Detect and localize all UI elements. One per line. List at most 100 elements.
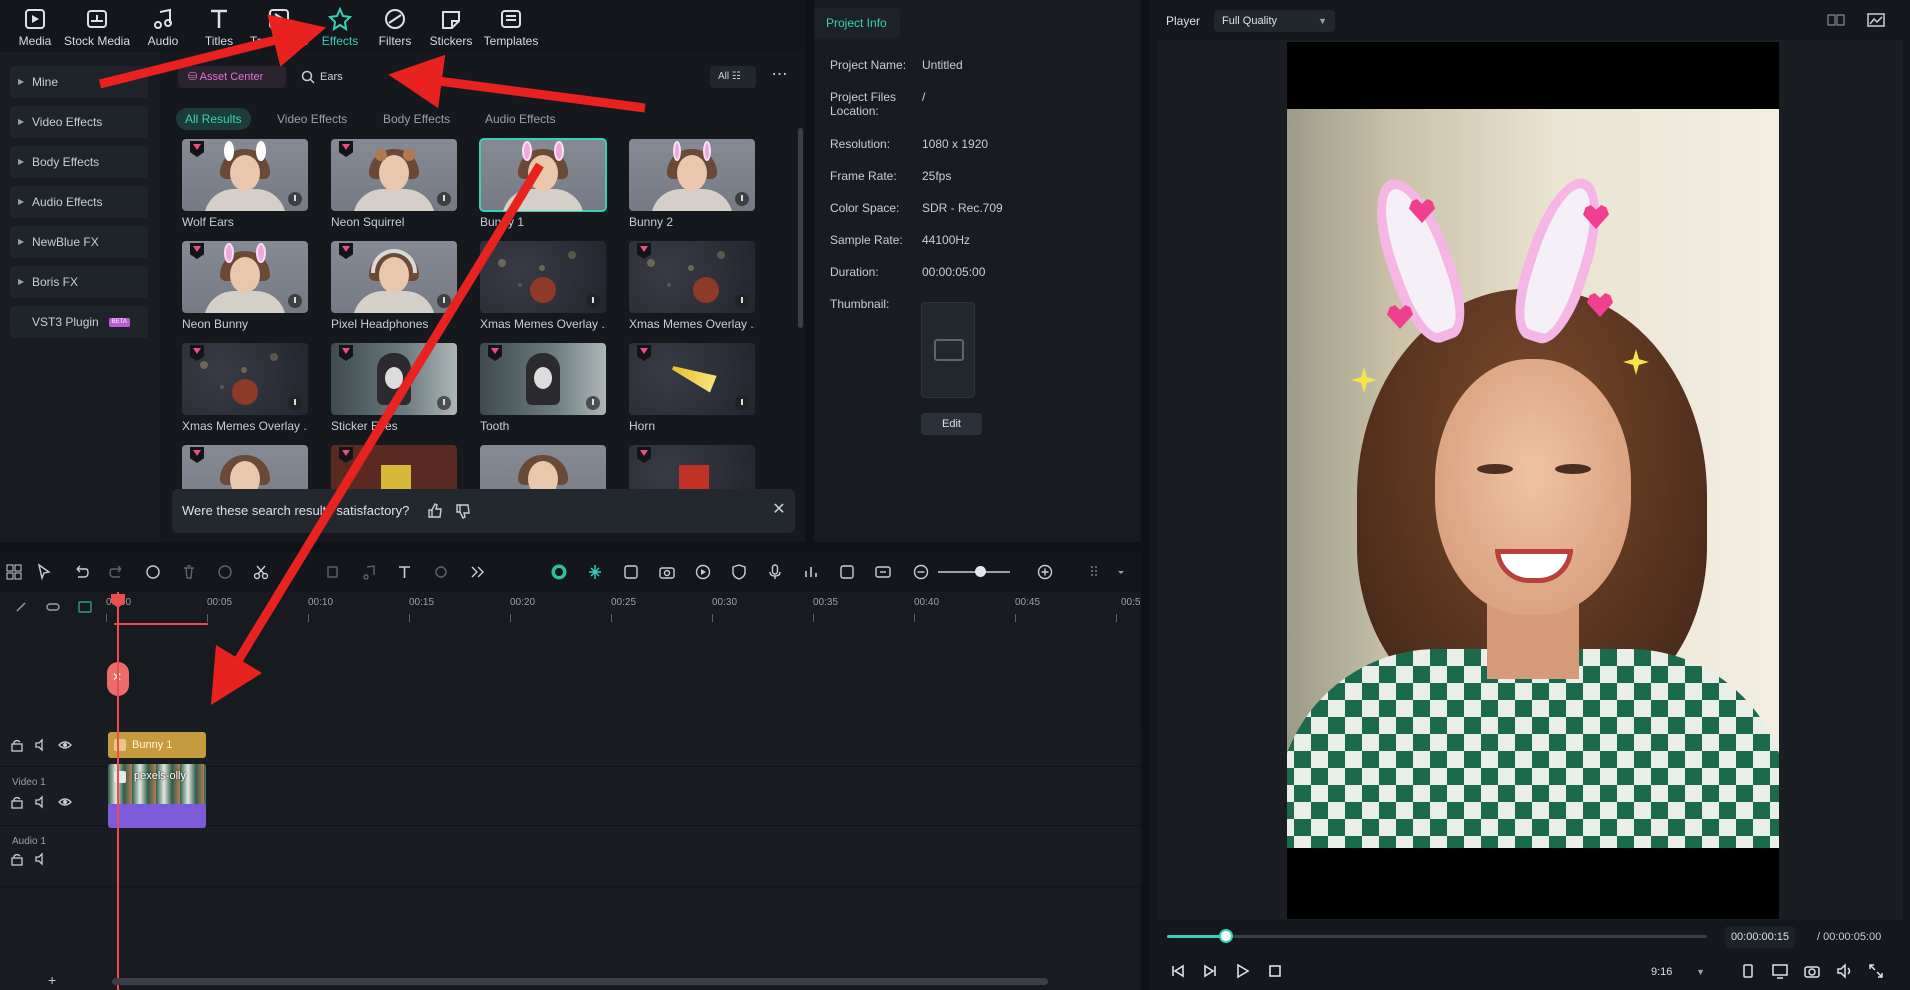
- play-range-icon[interactable]: [694, 563, 712, 581]
- sidebar-item-mine[interactable]: ▶ Mine: [10, 66, 148, 98]
- fit-icon[interactable]: [874, 563, 892, 581]
- render-icon[interactable]: [622, 563, 640, 581]
- fullscreen-icon[interactable]: [1867, 962, 1885, 980]
- download-icon[interactable]: [437, 192, 451, 206]
- playback-scrubber[interactable]: [1219, 929, 1234, 943]
- project-thumbnail[interactable]: [921, 302, 975, 398]
- effect-card-tooth[interactable]: Tooth: [480, 343, 606, 433]
- tab-video-effects[interactable]: Video Effects: [268, 108, 356, 130]
- panel-divider[interactable]: [1141, 0, 1149, 552]
- playhead[interactable]: [117, 592, 119, 990]
- media-tab[interactable]: Media: [0, 6, 70, 48]
- sidebar-item-vst3-plugin[interactable]: VST3 Plugin BETA: [10, 306, 148, 338]
- microphone-icon[interactable]: [766, 563, 784, 581]
- text-tool-icon[interactable]: [396, 563, 414, 581]
- zoom-in-icon[interactable]: [1036, 563, 1054, 581]
- download-icon[interactable]: [735, 294, 749, 308]
- previous-frame-icon[interactable]: [1169, 962, 1187, 980]
- crop-icon[interactable]: [1739, 962, 1757, 980]
- speaker-icon[interactable]: [34, 795, 48, 809]
- effect-card-wolf-ears[interactable]: Wolf Ears: [182, 139, 308, 229]
- effect-clip-bunny-1[interactable]: Bunny 1: [108, 732, 206, 758]
- playback-progress[interactable]: [1167, 929, 1707, 943]
- zoom-out-icon[interactable]: [912, 563, 930, 581]
- speaker-icon[interactable]: [34, 852, 48, 866]
- undo-icon[interactable]: [72, 563, 90, 581]
- display-icon[interactable]: [1771, 962, 1789, 980]
- asset-center-button[interactable]: ⛁ Asset Center: [178, 66, 286, 88]
- video-preview[interactable]: [1287, 42, 1779, 919]
- effect-card-xmas-memes-overlay-3[interactable]: Xmas Memes Overlay ...: [182, 343, 308, 433]
- download-icon[interactable]: [735, 192, 749, 206]
- timeline-ruler[interactable]: 00:00 00:05 00:10 00:15 00:20 00:25 00:3…: [106, 592, 1141, 622]
- more-tools-icon[interactable]: [468, 563, 486, 581]
- download-icon[interactable]: [288, 396, 302, 410]
- aspect-ratio-dropdown[interactable]: 9:16 ▼: [1647, 962, 1707, 982]
- audio-mixer-icon[interactable]: [802, 563, 820, 581]
- mask-icon[interactable]: [432, 563, 450, 581]
- download-icon[interactable]: [288, 192, 302, 206]
- add-track-icon[interactable]: [78, 600, 92, 614]
- effect-card-sticker-eyes[interactable]: Sticker Eyes: [331, 343, 457, 433]
- effect-card-partial[interactable]: [331, 445, 457, 489]
- stock-media-tab[interactable]: Stock Media: [62, 6, 132, 48]
- layout-icon[interactable]: [5, 563, 23, 581]
- grid-view-icon[interactable]: [1826, 12, 1846, 28]
- download-icon[interactable]: [437, 294, 451, 308]
- chevron-down-icon[interactable]: [1112, 563, 1130, 581]
- download-icon[interactable]: [586, 294, 600, 308]
- shield-icon[interactable]: [730, 563, 748, 581]
- quality-dropdown[interactable]: Full Quality ▼: [1214, 10, 1335, 32]
- tab-all-results[interactable]: All Results: [176, 108, 251, 130]
- effect-card-xmas-memes-overlay-1[interactable]: Xmas Memes Overlay ...: [480, 241, 606, 331]
- transitions-tab[interactable]: Transitions: [244, 6, 314, 48]
- speaker-icon[interactable]: [34, 738, 48, 752]
- stop-icon[interactable]: [1266, 962, 1284, 980]
- lock-icon[interactable]: [10, 795, 24, 809]
- snapshot-view-icon[interactable]: [1866, 12, 1886, 28]
- download-icon[interactable]: [437, 396, 451, 410]
- zoom-slider-knob[interactable]: [975, 566, 986, 577]
- download-icon[interactable]: [735, 396, 749, 410]
- effect-card-partial[interactable]: [629, 445, 755, 489]
- more-options-icon[interactable]: ⋯: [768, 64, 792, 86]
- copy-icon[interactable]: [324, 563, 342, 581]
- unlink-icon[interactable]: [14, 600, 28, 614]
- current-timecode[interactable]: 00:00:00:15: [1725, 926, 1795, 948]
- snapshot-icon[interactable]: [658, 563, 676, 581]
- panel-divider[interactable]: [805, 0, 813, 552]
- ai-copilot-icon[interactable]: [550, 563, 568, 581]
- thumbs-up-icon[interactable]: [426, 502, 444, 520]
- tab-project-info[interactable]: Project Info: [814, 8, 900, 38]
- play-icon[interactable]: [1233, 962, 1251, 980]
- close-icon[interactable]: ✕: [770, 501, 788, 519]
- video-clip[interactable]: pexels-olly: [108, 764, 206, 828]
- camera-icon[interactable]: [1803, 962, 1821, 980]
- edit-thumbnail-button[interactable]: Edit: [921, 413, 982, 435]
- replace-icon[interactable]: [838, 563, 856, 581]
- effect-card-pixel-headphones[interactable]: Pixel Headphones: [331, 241, 457, 331]
- sidebar-item-newblue-fx[interactable]: ▶ NewBlue FX: [10, 226, 148, 258]
- sidebar-item-body-effects[interactable]: ▶ Body Effects: [10, 146, 148, 178]
- thumbs-down-icon[interactable]: [454, 502, 472, 520]
- eye-icon[interactable]: [58, 738, 72, 752]
- filter-dropdown[interactable]: All ☷: [710, 66, 756, 88]
- redo-icon[interactable]: [108, 563, 126, 581]
- lock-icon[interactable]: [10, 852, 24, 866]
- link-icon[interactable]: [46, 600, 60, 614]
- audio-edit-icon[interactable]: [360, 563, 378, 581]
- effect-card-bunny-2[interactable]: Bunny 2: [629, 139, 755, 229]
- templates-tab[interactable]: Templates: [476, 6, 546, 48]
- download-icon[interactable]: [586, 396, 600, 410]
- snap-icon[interactable]: [586, 563, 604, 581]
- effect-card-bunny-1[interactable]: Bunny 1: [479, 138, 607, 229]
- volume-icon[interactable]: [1835, 962, 1853, 980]
- grid-menu-icon[interactable]: [1088, 563, 1106, 581]
- search-input[interactable]: [320, 66, 470, 88]
- ai-tool-icon[interactable]: [144, 563, 162, 581]
- tab-body-effects[interactable]: Body Effects: [374, 108, 459, 130]
- zoom-slider[interactable]: [938, 571, 1010, 573]
- next-frame-icon[interactable]: [1201, 962, 1219, 980]
- tab-audio-effects[interactable]: Audio Effects: [476, 108, 565, 130]
- lock-icon[interactable]: [10, 738, 24, 752]
